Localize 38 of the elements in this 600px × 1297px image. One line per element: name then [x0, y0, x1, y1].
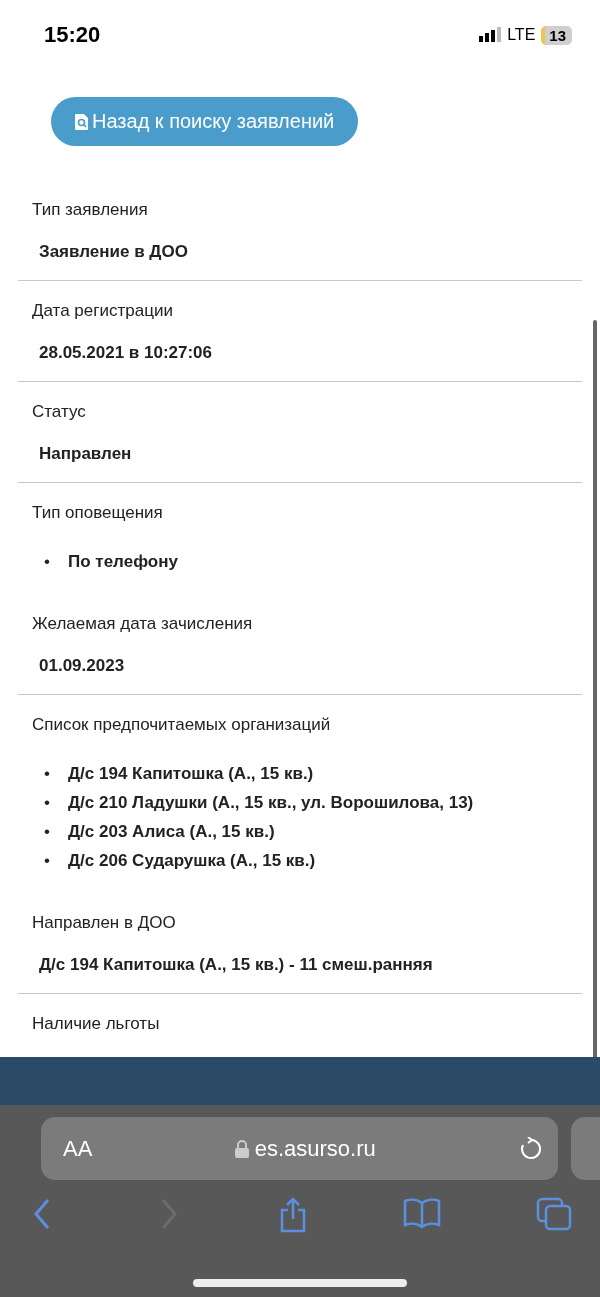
address-bar[interactable]: AA es.asurso.ru — [41, 1117, 558, 1180]
field-value: 28.05.2021 в 10:27:06 — [39, 343, 214, 363]
bullet: • — [44, 763, 51, 785]
field-label: Дата регистрации — [32, 301, 174, 321]
tabs-icon[interactable] — [536, 1197, 572, 1231]
list-item: Д/с 206 Сударушка (А., 15 кв.) — [68, 850, 316, 872]
field-label: Статус — [32, 402, 87, 422]
field-label: Желаемая дата зачисления — [32, 614, 254, 634]
reload-icon[interactable] — [518, 1136, 542, 1161]
network-type: LTE — [507, 26, 536, 44]
field-label: Направлен в ДОО — [32, 913, 177, 933]
list-item: Д/с 210 Ладушки (А., 15 кв., ул. Ворошилова, 13) — [68, 792, 474, 814]
bullet: • — [44, 821, 51, 843]
next-tab[interactable] — [571, 1117, 600, 1180]
field-label: Тип оповещения — [32, 503, 164, 523]
signal-icon — [479, 27, 502, 43]
share-icon[interactable] — [278, 1197, 308, 1233]
back-to-search-button[interactable]: Назад к поиску заявлений — [51, 97, 359, 146]
battery-level: 13 — [541, 25, 572, 45]
clock: 15:20 — [44, 22, 101, 48]
lock-icon — [234, 1139, 249, 1158]
field-value: Заявление в ДОО — [39, 242, 189, 262]
url-text: es.asurso.ru — [254, 1135, 376, 1162]
field-label: Тип заявления — [32, 200, 149, 220]
book-icon[interactable] — [403, 1197, 441, 1229]
field-value: 01.09.2023 — [39, 656, 126, 676]
field-label: Наличие льготы — [32, 1014, 161, 1034]
field-value: Д/с 194 Капитошка (А., 15 кв.) - 11 смеш.ранняя — [39, 955, 434, 975]
bullet: • — [44, 850, 51, 872]
list-item: Д/с 194 Капитошка (А., 15 кв.) — [68, 763, 314, 785]
list-item: Д/с 203 Алиса (А., 15 кв.) — [68, 821, 275, 843]
document-search-icon — [75, 113, 89, 130]
bullet: • — [44, 792, 51, 814]
list-item: По телефону — [68, 551, 178, 573]
text-size-button[interactable]: AA — [63, 1135, 93, 1162]
field-label: Список предпочитаемых организаций — [32, 715, 332, 735]
field-value: Направлен — [39, 444, 133, 464]
bullet: • — [44, 551, 51, 573]
